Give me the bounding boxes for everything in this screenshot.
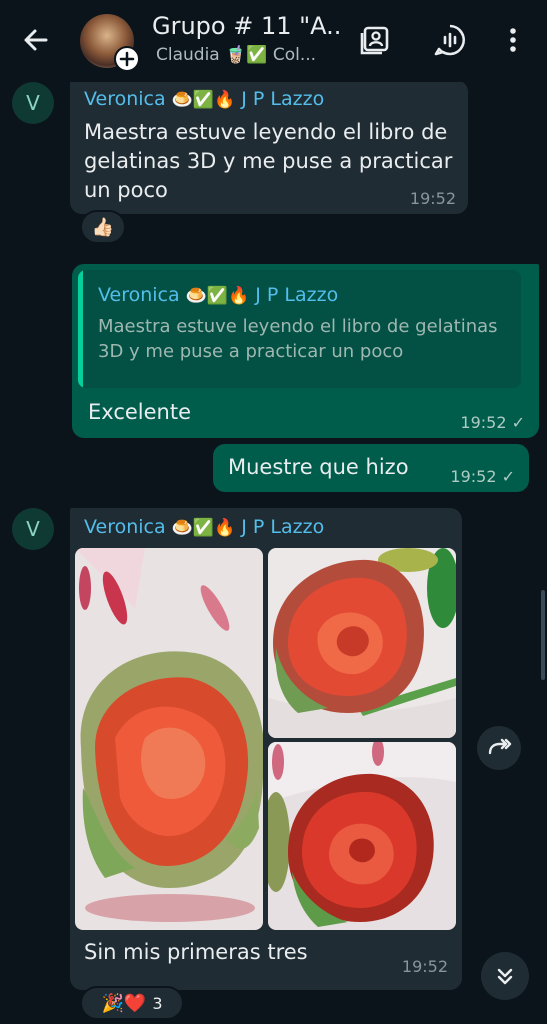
chat-title[interactable]: Grupo # 11 "A... — [152, 12, 342, 40]
sent-check-icon: ✓ — [511, 413, 525, 432]
message-bubble-incoming[interactable]: Veronica 🍮✅🔥 J P Lazzo Sin mis primeras … — [70, 508, 462, 990]
message-time: 19:52 — [401, 957, 448, 976]
voice-chat-icon[interactable] — [432, 22, 468, 58]
sent-check-icon: ✓ — [501, 467, 515, 486]
quoted-sender-name: Veronica 🍮✅🔥 J P Lazzo — [98, 284, 339, 306]
message-text: Muestre que hizo — [228, 455, 409, 479]
sender-avatar[interactable]: V — [12, 508, 54, 550]
group-avatar[interactable] — [80, 14, 140, 72]
add-icon[interactable] — [114, 46, 140, 72]
message-text: Maestra estuve leyendo el libro de gelat… — [84, 120, 453, 202]
message-bubble-outgoing[interactable]: Veronica 🍮✅🔥 J P Lazzo Maestra estuve le… — [72, 264, 539, 438]
scroll-down-icon[interactable] — [481, 952, 529, 1000]
quoted-text: Maestra estuve leyendo el libro de gelat… — [98, 316, 498, 362]
reaction-badge[interactable]: 👍🏻 — [80, 210, 126, 244]
message-time: 19:52 ✓ — [460, 413, 525, 432]
message-text: Excelente — [88, 400, 192, 424]
contact-card-icon[interactable] — [358, 22, 394, 58]
scrollbar-handle[interactable] — [541, 590, 545, 680]
sender-name[interactable]: Veronica 🍮✅🔥 J P Lazzo — [84, 516, 324, 538]
chat-header: Grupo # 11 "A... Claudia 🧋✅ Col... — [0, 0, 547, 82]
message-time: 19:52 ✓ — [450, 467, 515, 486]
reaction-badge[interactable]: 🎉❤️ 3 — [80, 986, 184, 1020]
message-bubble-outgoing[interactable]: Muestre que hizo 19:52 ✓ — [213, 444, 529, 492]
more-vert-icon[interactable] — [495, 22, 531, 58]
photo-gelatin-1[interactable] — [75, 548, 263, 930]
forward-icon[interactable] — [477, 726, 521, 770]
photo-gelatin-2[interactable] — [268, 548, 456, 738]
back-arrow-icon[interactable] — [18, 22, 54, 58]
quoted-message[interactable]: Veronica 🍮✅🔥 J P Lazzo Maestra estuve le… — [78, 270, 521, 388]
sender-name[interactable]: Veronica 🍮✅🔥 J P Lazzo — [84, 88, 324, 110]
chat-subtitle[interactable]: Claudia 🧋✅ Col... — [156, 45, 326, 65]
quote-bar — [78, 270, 83, 388]
message-caption: Sin mis primeras tres — [84, 940, 308, 964]
message-bubble-incoming[interactable]: Veronica 🍮✅🔥 J P Lazzo Maestra estuve le… — [70, 80, 468, 214]
message-time: 19:52 — [409, 189, 456, 208]
sender-avatar[interactable]: V — [12, 82, 54, 124]
photo-gelatin-3[interactable] — [268, 742, 456, 930]
